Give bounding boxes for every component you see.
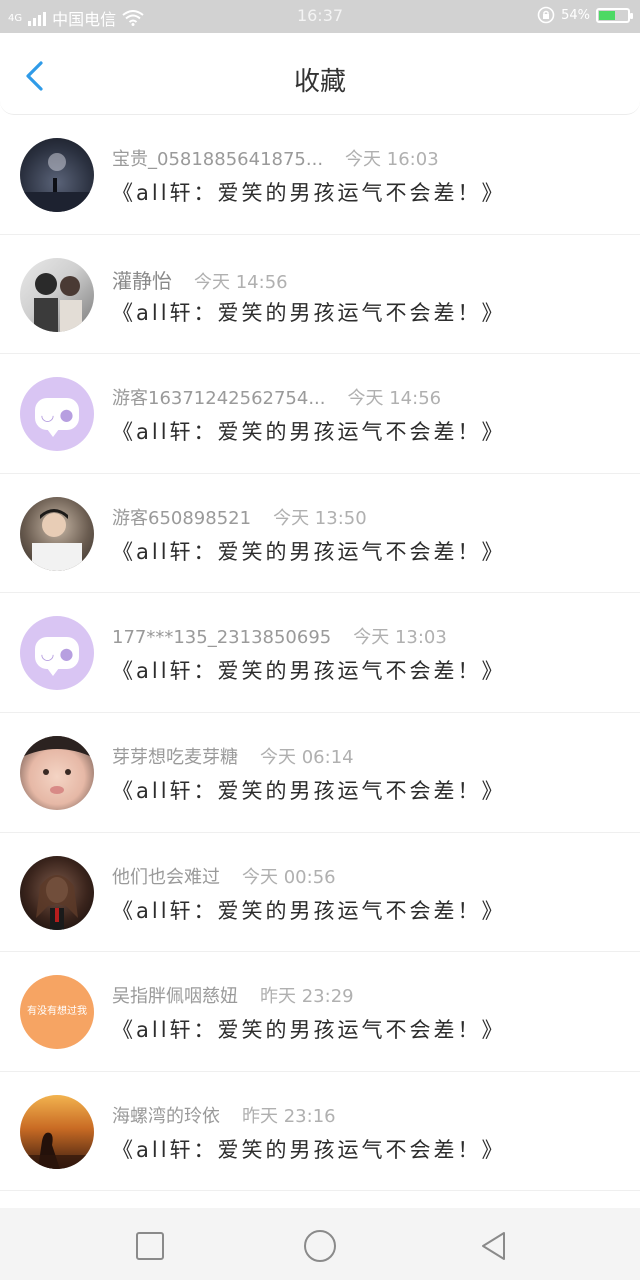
- avatar[interactable]: [20, 496, 94, 571]
- timestamp: 今天 06:14: [260, 746, 354, 768]
- message-text: 《all轩：爱笑的男孩运气不会差！》: [112, 1137, 506, 1162]
- divider: [0, 1190, 640, 1192]
- avatar[interactable]: ◡ ●: [20, 616, 94, 691]
- avatar[interactable]: ◡ ●: [20, 377, 94, 452]
- message-text: 《all轩：爱笑的男孩运气不会差！》: [112, 539, 506, 564]
- user-name: 游客650898521: [112, 507, 252, 529]
- timestamp: 今天 14:56: [194, 271, 288, 293]
- list-item[interactable]: 海螺湾的玲依 昨天 23:16 《all轩：爱笑的男孩运气不会差！》: [0, 1072, 640, 1192]
- battery-icon: [596, 7, 633, 23]
- rotation-lock-icon: [537, 6, 555, 24]
- battery-percent: 54%: [561, 7, 590, 23]
- avatar[interactable]: [20, 1094, 94, 1169]
- app-header: 收藏: [0, 33, 640, 115]
- chat-bubble-icon: ◡ ●: [35, 637, 79, 677]
- list-item[interactable]: 芽芽想吃麦芽糖 今天 06:14 《all轩：爱笑的男孩运气不会差！》: [0, 713, 640, 833]
- avatar[interactable]: [20, 138, 94, 212]
- list-item[interactable]: 宝贵_0581885641875... 今天 16:03 《all轩：爱笑的男孩运…: [0, 115, 640, 235]
- list-item[interactable]: ◡ ● 游客16371242562754... 今天 14:56 《all轩：爱笑…: [0, 354, 640, 474]
- list-item[interactable]: 灌静怡 今天 14:56 《all轩：爱笑的男孩运气不会差！》: [0, 235, 640, 355]
- user-name: 游客16371242562754...: [112, 388, 326, 410]
- favorites-list: 宝贵_0581885641875... 今天 16:03 《all轩：爱笑的男孩运…: [0, 115, 640, 1192]
- avatar[interactable]: [20, 257, 94, 332]
- message-text: 《all轩：爱笑的男孩运气不会差！》: [112, 778, 506, 803]
- timestamp: 今天 16:03: [345, 149, 439, 170]
- user-name: 芽芽想吃麦芽糖: [112, 746, 238, 768]
- user-name: 吴指胖佩咽慈妞: [112, 986, 238, 1008]
- message-text: 《all轩：爱笑的男孩运气不会差！》: [112, 300, 506, 325]
- list-item[interactable]: 他们也会难过 今天 00:56 《all轩：爱笑的男孩运气不会差！》: [0, 833, 640, 953]
- square-icon[interactable]: [136, 1232, 164, 1260]
- message-text: 《all轩：爱笑的男孩运气不会差！》: [112, 898, 506, 923]
- message-text: 《all轩：爱笑的男孩运气不会差！》: [112, 420, 506, 445]
- timestamp: 今天 13:03: [353, 627, 447, 649]
- message-text: 《all轩：爱笑的男孩运气不会差！》: [112, 1018, 506, 1043]
- list-item[interactable]: 游客650898521 今天 13:50 《all轩：爱笑的男孩运气不会差！》: [0, 474, 640, 594]
- avatar[interactable]: [20, 735, 94, 810]
- timestamp: 今天 14:56: [347, 388, 442, 410]
- timestamp: 昨天 23:29: [260, 986, 354, 1008]
- user-name: 177***135_2313850695: [112, 627, 332, 649]
- system-nav-bar: [0, 1208, 640, 1280]
- triangle-back-icon[interactable]: [478, 1230, 510, 1262]
- message-text: 《all轩：爱笑的男孩运气不会差！》: [112, 659, 506, 684]
- avatar[interactable]: 有没有想过我: [20, 975, 94, 1050]
- avatar-text: 有没有想过我: [27, 1006, 87, 1018]
- list-item[interactable]: 有没有想过我 吴指胖佩咽慈妞 昨天 23:29 《all轩：爱笑的男孩运气不会差！…: [0, 952, 640, 1072]
- list-item[interactable]: ◡ ● 177***135_2313850695 今天 13:03 《all轩：爱…: [0, 593, 640, 713]
- timestamp: 昨天 23:16: [242, 1105, 336, 1127]
- user-name: 宝贵_0581885641875...: [112, 149, 324, 170]
- user-name: 灌静怡: [112, 268, 172, 293]
- timestamp: 今天 13:50: [273, 507, 367, 529]
- chat-bubble-icon: ◡ ●: [35, 398, 79, 438]
- avatar[interactable]: [20, 855, 94, 930]
- status-bar: 4G 中国电信 16:37 54%: [0, 0, 640, 33]
- message-text: 《all轩：爱笑的男孩运气不会差！》: [112, 181, 506, 205]
- user-name: 海螺湾的玲依: [112, 1105, 220, 1127]
- page-title: 收藏: [293, 67, 346, 97]
- user-name: 他们也会难过: [112, 866, 220, 888]
- timestamp: 今天 00:56: [242, 866, 336, 888]
- circle-icon[interactable]: [304, 1230, 336, 1262]
